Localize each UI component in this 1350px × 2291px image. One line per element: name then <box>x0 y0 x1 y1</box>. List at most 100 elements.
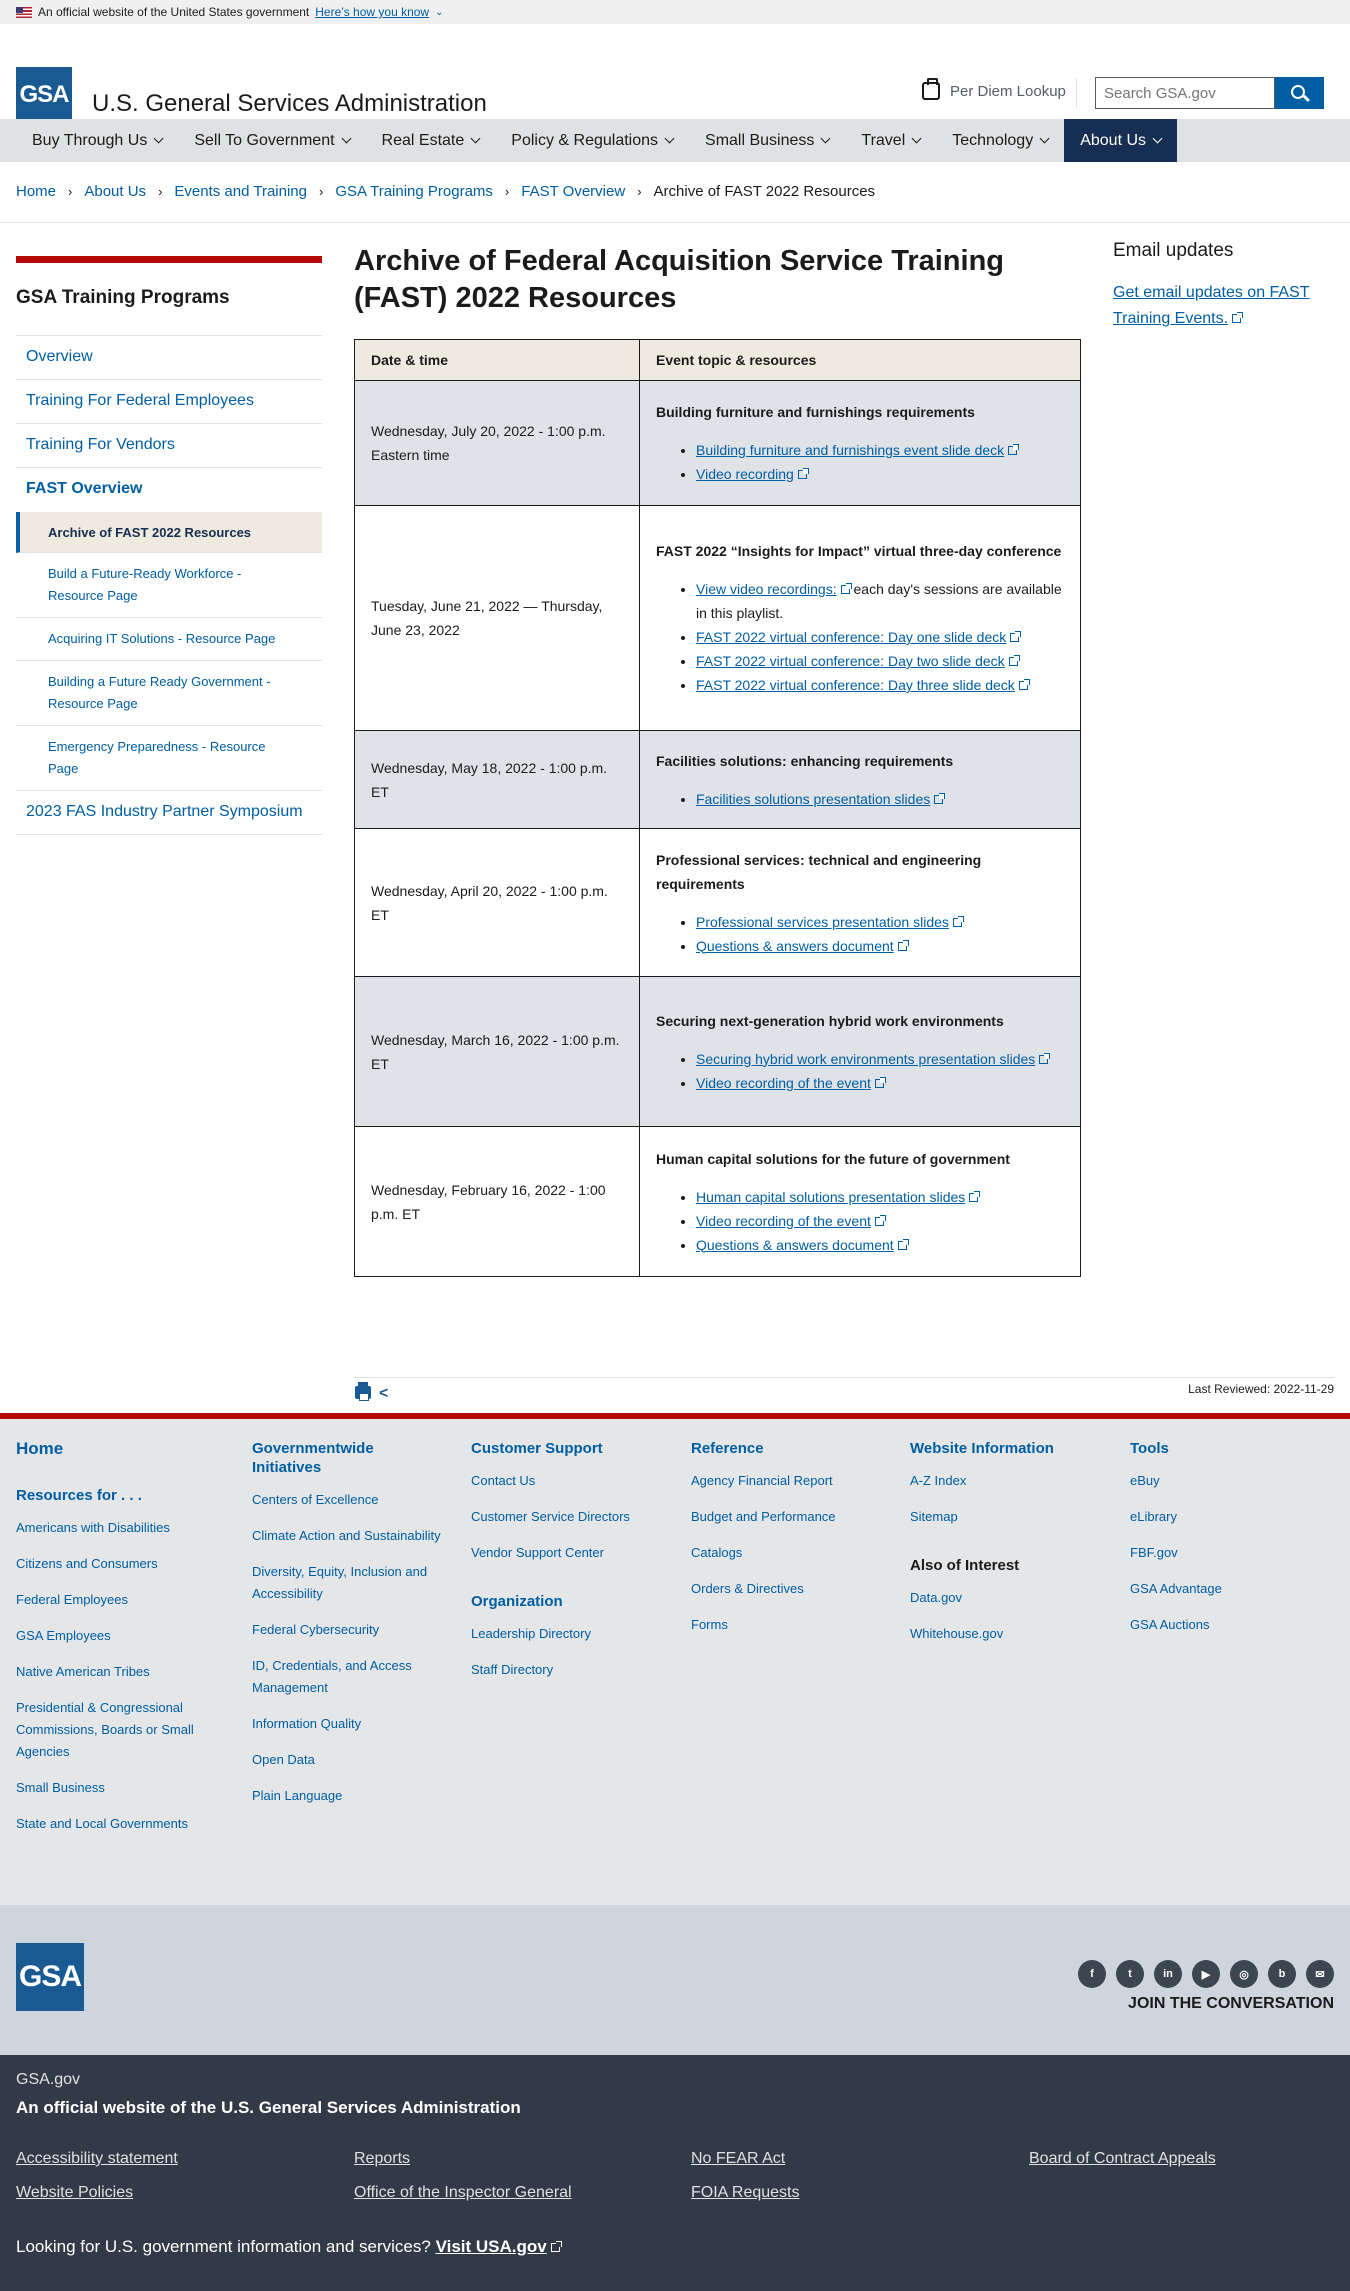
nav-policy-regulations[interactable]: Policy & Regulations <box>495 119 689 162</box>
resource-link[interactable]: Professional services presentation slide… <box>696 914 949 930</box>
resource-link[interactable]: View video recordings: <box>696 581 837 597</box>
no-fear-act-link[interactable]: No FEAR Act <box>691 2150 785 2168</box>
instagram-icon[interactable]: ◎ <box>1230 1960 1258 1988</box>
footer-link[interactable]: Customer Service Directors <box>471 1506 661 1528</box>
usa-gov-link[interactable]: Visit USA.gov <box>436 2237 547 2256</box>
footer-link[interactable]: GSA Employees <box>16 1625 216 1647</box>
reports-link[interactable]: Reports <box>354 2150 410 2168</box>
footer-link[interactable]: Americans with Disabilities <box>16 1517 216 1539</box>
footer-link[interactable]: Agency Financial Report <box>691 1470 881 1492</box>
footer-link[interactable]: eBuy <box>1130 1470 1320 1492</box>
footer-home-link[interactable]: Home <box>16 1439 216 1458</box>
twitter-icon[interactable]: t <box>1116 1960 1144 1988</box>
email-icon[interactable]: ✉ <box>1306 1960 1334 1988</box>
per-diem-link[interactable]: Per Diem Lookup <box>922 78 1066 100</box>
resource-link[interactable]: Securing hybrid work environments presen… <box>696 1051 1035 1067</box>
facebook-icon[interactable]: f <box>1078 1960 1106 1988</box>
footer-link[interactable]: Citizens and Consumers <box>16 1553 216 1575</box>
resource-link[interactable]: Video recording of the event <box>696 1075 871 1091</box>
footer-link[interactable]: Federal Employees <box>16 1589 216 1611</box>
footer-link[interactable]: Small Business <box>16 1777 216 1799</box>
footer-link[interactable]: Catalogs <box>691 1542 881 1564</box>
heres-how-link[interactable]: Here’s how you know <box>315 5 429 19</box>
breadcrumb-events-training[interactable]: Events and Training <box>174 183 307 200</box>
footer-link[interactable]: eLibrary <box>1130 1506 1320 1528</box>
footer-link[interactable]: Forms <box>691 1614 881 1636</box>
side-nav-fast-overview[interactable]: FAST Overview <box>16 468 322 512</box>
email-updates-link[interactable]: Get email updates on FAST Training Event… <box>1113 280 1333 332</box>
breadcrumb-about-us[interactable]: About Us <box>84 183 146 200</box>
footer-link[interactable]: Staff Directory <box>471 1659 661 1681</box>
resource-link[interactable]: Questions & answers document <box>696 938 894 954</box>
footer-link[interactable]: Information Quality <box>252 1713 442 1735</box>
nav-sell-to-government[interactable]: Sell To Government <box>178 119 365 162</box>
footer-link[interactable]: Orders & Directives <box>691 1578 881 1600</box>
print-icon[interactable] <box>355 1382 371 1401</box>
nav-travel[interactable]: Travel <box>845 119 936 162</box>
search-input[interactable] <box>1095 77 1275 109</box>
footer-link[interactable]: Presidential & Congressional Commissions… <box>16 1697 216 1763</box>
footer-link[interactable]: GSA Auctions <box>1130 1614 1320 1636</box>
inspector-general-link[interactable]: Office of the Inspector General <box>354 2184 572 2202</box>
footer-link[interactable]: Whitehouse.gov <box>910 1623 1100 1645</box>
footer-link[interactable]: Contact Us <box>471 1470 661 1492</box>
resource-link[interactable]: Human capital solutions presentation sli… <box>696 1189 965 1205</box>
gsa-footer-logo[interactable]: GSA <box>16 1943 84 2011</box>
nav-small-business[interactable]: Small Business <box>689 119 845 162</box>
side-nav-training-federal-employees[interactable]: Training For Federal Employees <box>16 380 322 424</box>
side-nav-emergency-preparedness[interactable]: Emergency Preparedness - Resource Page <box>16 726 322 791</box>
blog-icon[interactable]: b <box>1268 1960 1296 1988</box>
linkedin-icon[interactable]: in <box>1154 1960 1182 1988</box>
footer-link[interactable]: ID, Credentials, and Access Management <box>252 1655 442 1699</box>
side-nav-future-ready-government[interactable]: Building a Future Ready Government - Res… <box>16 661 322 726</box>
resource-link[interactable]: Facilities solutions presentation slides <box>696 791 930 807</box>
resource-link[interactable]: Building furniture and furnishings event… <box>696 442 1004 458</box>
website-policies-link[interactable]: Website Policies <box>16 2184 133 2202</box>
chevron-down-icon[interactable]: ⌄ <box>435 7 443 18</box>
nav-label: Technology <box>952 131 1034 149</box>
nav-buy-through-us[interactable]: Buy Through Us <box>16 119 178 162</box>
accessibility-link[interactable]: Accessibility statement <box>16 2150 178 2168</box>
footer-link[interactable]: Vendor Support Center <box>471 1542 661 1564</box>
resource-link[interactable]: FAST 2022 virtual conference: Day three … <box>696 677 1015 693</box>
resource-link[interactable]: Video recording of the event <box>696 1213 871 1229</box>
resource-link[interactable]: FAST 2022 virtual conference: Day two sl… <box>696 653 1005 669</box>
resource-link[interactable]: Questions & answers document <box>696 1237 894 1253</box>
breadcrumb-gsa-training-programs[interactable]: GSA Training Programs <box>335 183 493 200</box>
footer-link[interactable]: Leadership Directory <box>471 1623 661 1645</box>
share-icon[interactable]: < <box>379 1385 388 1403</box>
side-nav-acquiring-it[interactable]: Acquiring IT Solutions - Resource Page <box>16 618 322 661</box>
nav-about-us[interactable]: About Us <box>1064 119 1178 162</box>
footer-link[interactable]: Open Data <box>252 1749 442 1771</box>
footer-link[interactable]: GSA Advantage <box>1130 1578 1320 1600</box>
foia-link[interactable]: FOIA Requests <box>691 2184 800 2202</box>
search-button[interactable] <box>1275 77 1324 109</box>
nav-technology[interactable]: Technology <box>936 119 1064 162</box>
side-nav-fas-symposium[interactable]: 2023 FAS Industry Partner Symposium <box>16 791 322 835</box>
footer-link[interactable]: Centers of Excellence <box>252 1489 442 1511</box>
footer-link[interactable]: FBF.gov <box>1130 1542 1320 1564</box>
side-nav-future-ready-workforce[interactable]: Build a Future-Ready Workforce - Resourc… <box>16 553 322 618</box>
gsa-logo[interactable]: GSA <box>16 67 72 123</box>
footer-link[interactable]: A-Z Index <box>910 1470 1100 1492</box>
footer-link[interactable]: Plain Language <box>252 1785 442 1807</box>
resource-link[interactable]: Video recording <box>696 466 794 482</box>
site-title[interactable]: U.S. General Services Administration <box>92 90 487 118</box>
resource-link[interactable]: FAST 2022 virtual conference: Day one sl… <box>696 629 1006 645</box>
side-nav-overview[interactable]: Overview <box>16 336 322 380</box>
breadcrumb-home[interactable]: Home <box>16 183 56 200</box>
footer-link[interactable]: Climate Action and Sustainability <box>252 1525 442 1547</box>
side-nav-archive-fast-2022[interactable]: Archive of FAST 2022 Resources <box>16 512 322 553</box>
footer-link[interactable]: Federal Cybersecurity <box>252 1619 442 1641</box>
footer-link[interactable]: State and Local Governments <box>16 1813 216 1835</box>
side-nav-training-vendors[interactable]: Training For Vendors <box>16 424 322 468</box>
footer-link[interactable]: Budget and Performance <box>691 1506 881 1528</box>
board-of-contract-appeals-link[interactable]: Board of Contract Appeals <box>1029 2150 1216 2168</box>
footer-link[interactable]: Diversity, Equity, Inclusion and Accessi… <box>252 1561 442 1605</box>
breadcrumb-fast-overview[interactable]: FAST Overview <box>521 183 625 200</box>
footer-link[interactable]: Data.gov <box>910 1587 1100 1609</box>
footer-link[interactable]: Sitemap <box>910 1506 1100 1528</box>
youtube-icon[interactable]: ▶ <box>1192 1960 1220 1988</box>
footer-link[interactable]: Native American Tribes <box>16 1661 216 1683</box>
nav-real-estate[interactable]: Real Estate <box>366 119 496 162</box>
